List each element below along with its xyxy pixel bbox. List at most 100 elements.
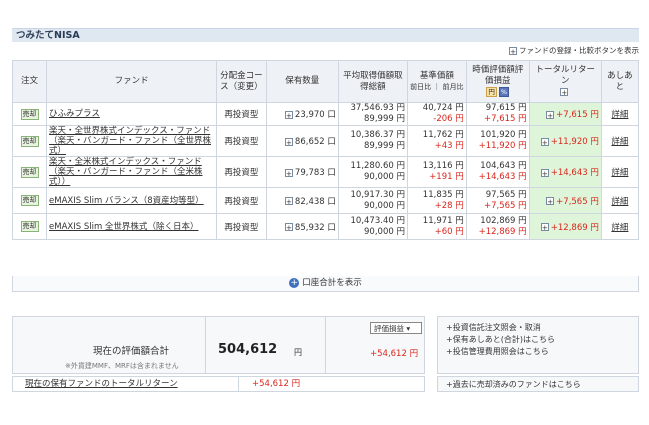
detail-link[interactable]: 詳細 — [611, 197, 628, 207]
nav-change: +60 円 — [434, 226, 464, 237]
links-box: +投資信託注文照会・取消 +保有あしあと(合計)はこちら +投信管理費用照会はこ… — [437, 316, 639, 374]
plus-icon[interactable]: + — [540, 223, 549, 232]
avg-total: 90,000 円 — [364, 172, 405, 182]
sell-button[interactable]: 売却 — [20, 166, 39, 178]
market-value: 104,643 円 — [480, 161, 527, 171]
total-return-row: 現在の保有ファンドのトータルリターン +54,612 円 — [12, 376, 425, 392]
total-return-value: +11,920 円 — [550, 137, 599, 147]
detail-link[interactable]: 詳細 — [611, 168, 628, 178]
fund-name-link[interactable]: ひふみプラス — [49, 109, 100, 119]
qty-value: 86,652 口 — [294, 137, 336, 147]
nav-value: 40,724 円 — [422, 103, 464, 113]
sell-button[interactable]: 売却 — [20, 135, 39, 147]
link-orders[interactable]: +投資信託注文照会・取消 — [446, 322, 630, 334]
plus-icon[interactable]: + — [560, 87, 569, 97]
avg-total: 89,999 円 — [364, 114, 405, 124]
course-cell: 再投資型 — [216, 213, 267, 240]
total-return-value: +54,612 円 — [252, 379, 301, 389]
summary-value: 504,612 — [218, 342, 278, 357]
eval-select[interactable]: 評価損益 ▾ — [370, 322, 422, 334]
avg-total: 90,000 円 — [364, 226, 405, 237]
col-ashi: あしあと — [600, 60, 640, 103]
sell-button[interactable]: 売却 — [20, 108, 39, 120]
plus-icon[interactable]: + — [284, 110, 293, 120]
col-avg: 平均取得価額取得総額 — [337, 60, 408, 103]
col-fund: ファンド — [46, 60, 218, 103]
nav-change: +28 円 — [434, 200, 464, 211]
nav-change: -206 円 — [433, 114, 464, 124]
percent-toggle[interactable]: % — [498, 87, 510, 97]
link-fees[interactable]: +投信管理費用照会はこちら — [446, 346, 630, 358]
market-pl: +7,615 円 — [483, 114, 527, 124]
sell-button[interactable]: 売却 — [20, 195, 39, 206]
avg-total: 90,000 円 — [364, 200, 405, 211]
avg-price: 11,280.60 円 — [350, 161, 405, 171]
summary-note: ※外貨建MMF、MRFは含まれません — [65, 362, 179, 370]
total-return-link[interactable]: 現在の保有ファンドのトータルリターン — [25, 377, 178, 392]
avg-price: 10,917.30 円 — [350, 189, 405, 200]
course-cell: 再投資型 — [216, 187, 267, 214]
plus-icon[interactable]: + — [546, 197, 555, 206]
nav-change: +191 円 — [429, 172, 464, 182]
divider — [205, 317, 206, 373]
table-row: 売却 eMAXIS Slim 全世界株式（除く日本） 再投資型 +85,932 口 10… — [11, 213, 640, 240]
market-pl: +14,643 円 — [478, 172, 527, 182]
table-row: 売却 eMAXIS Slim バランス（8資産均等型） 再投資型 +82,438 口 1… — [11, 187, 640, 214]
section-title: つみたてNISA — [12, 28, 639, 42]
fund-name-link[interactable]: 楽天・全米株式インデックス・ファンド（楽天・バンガード・ファンド（全米株式）） — [49, 157, 202, 187]
table-row: 売却 ひふみプラス 再投資型 +23,970 口 37,546.93 円 89,999 円… — [11, 102, 640, 126]
fund-name-link[interactable]: eMAXIS Slim バランス（8資産均等型） — [49, 196, 204, 206]
table-header: 注文 ファンド 分配金コース（変更） 保有数量 平均取得価額取得総額 基準価額前… — [11, 60, 640, 103]
avg-total: 89,999 円 — [364, 141, 405, 151]
total-return-value: +7,615 円 — [556, 110, 599, 120]
plus-icon[interactable]: + — [540, 168, 549, 178]
plus-icon[interactable]: + — [284, 197, 293, 206]
market-value: 101,920 円 — [480, 130, 527, 140]
fund-name-link[interactable]: eMAXIS Slim 全世界株式（除く日本） — [49, 222, 198, 232]
nav-value: 11,835 円 — [422, 189, 464, 200]
market-pl: +12,869 円 — [478, 226, 527, 237]
fund-name-link[interactable]: 楽天・全世界株式インデックス・ファンド（楽天・バンガード・ファンド（全世界株式） — [49, 126, 211, 156]
table-row: 売却 楽天・全米株式インデックス・ファンド（楽天・バンガード・ファンド（全米株式）… — [11, 156, 640, 188]
circle-plus-icon: + — [289, 277, 300, 288]
market-pl: +7,565 円 — [483, 200, 527, 211]
nav-value: 11,762 円 — [422, 130, 464, 140]
summary-gain: +54,612 円 — [370, 349, 419, 359]
plus-icon[interactable]: + — [284, 223, 293, 232]
col-holdings: 保有数量 — [265, 60, 339, 103]
yen-toggle[interactable]: 円 — [486, 87, 497, 97]
market-value: 102,869 円 — [480, 215, 527, 226]
detail-link[interactable]: 詳細 — [611, 110, 628, 120]
plus-icon[interactable]: + — [546, 110, 555, 120]
total-return-value: +14,643 円 — [550, 168, 599, 178]
divider — [325, 317, 326, 373]
show-account-total[interactable]: + 口座合計を表示 — [12, 276, 639, 292]
market-pl: +11,920 円 — [478, 141, 527, 151]
nav-value: 11,971 円 — [422, 215, 464, 226]
col-nav: 基準価額 前日比 ｜ 前月比 — [406, 60, 467, 103]
sell-button[interactable]: 売却 — [20, 221, 39, 232]
past-sold-link[interactable]: +過去に売却済みのファンドはこちら — [437, 376, 639, 392]
table-row: 売却 楽天・全世界株式インデックス・ファンド（楽天・バンガード・ファンド（全世界株… — [11, 125, 640, 157]
plus-icon[interactable]: + — [540, 137, 549, 147]
qty-value: 85,932 口 — [294, 222, 336, 233]
course-cell: 再投資型 — [216, 156, 267, 188]
plus-icon[interactable]: + — [284, 168, 293, 178]
col-order: 注文 — [11, 60, 48, 103]
link-ashiato[interactable]: +保有あしあと(合計)はこちら — [446, 334, 630, 346]
plus-icon[interactable]: + — [284, 137, 293, 147]
detail-link[interactable]: 詳細 — [611, 137, 628, 147]
total-return-value: +7,565 円 — [556, 196, 599, 207]
course-cell: 再投資型 — [216, 125, 267, 157]
plus-icon: + — [509, 47, 517, 56]
summary-box: 現在の評価額合計 ※外貨建MMF、MRFは含まれません 504,612 円 評価… — [12, 316, 425, 374]
fund-compare-toggle[interactable]: + ファンドの登録・比較ボタンを表示 — [12, 45, 639, 58]
detail-link[interactable]: 詳細 — [611, 223, 628, 233]
nav-change: +43 円 — [434, 141, 464, 151]
qty-value: 23,970 口 — [294, 110, 336, 120]
avg-price: 37,546.93 円 — [350, 103, 405, 113]
summary-unit: 円 — [294, 348, 302, 357]
market-value: 97,615 円 — [485, 103, 527, 113]
market-value: 97,565 円 — [485, 189, 527, 200]
col-return: トータルリターン + — [528, 60, 602, 103]
